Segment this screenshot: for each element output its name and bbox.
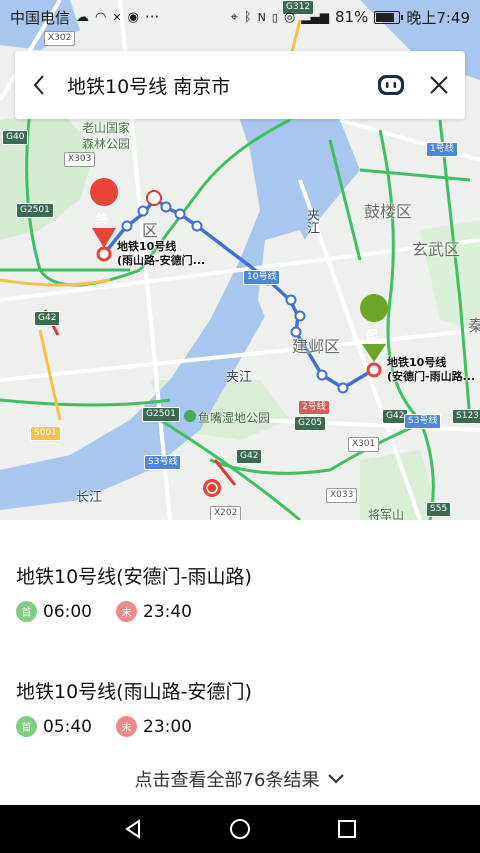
chevron-down-icon	[328, 774, 345, 784]
search-query[interactable]: 地铁10号线 南京市	[63, 72, 369, 99]
route-item-1[interactable]: 地铁10号线(安德门-雨山路) 首 06:00 末 23:40	[16, 562, 252, 622]
end-station-label[interactable]: 地铁10号线 (雨山路-安德门...	[117, 240, 205, 268]
route-title: 地铁10号线(雨山路-安德门)	[16, 681, 252, 703]
district-xuanwu: 玄武区	[412, 240, 461, 259]
nav-back-button[interactable]	[113, 809, 153, 849]
carrier-label: 中国电信	[10, 8, 71, 27]
battery-icon	[374, 10, 404, 24]
first-train-badge: 首	[16, 716, 37, 737]
status-bar: 中国电信 ☁ ◠ ✕ ◉ ··· ⌖ ᛒ N ▯ ◎ ▂▄▆ 81% 晚上7:4…	[0, 0, 480, 34]
road-x202: X202	[210, 506, 242, 520]
last-train-time: 23:00	[143, 716, 192, 737]
bluetooth-icon: ᛒ	[243, 9, 252, 25]
nfc-icon: N	[257, 10, 266, 24]
road-g42a: G42	[34, 311, 61, 326]
metro-s3b: S3号线	[404, 414, 442, 429]
road-s123: S123	[452, 409, 480, 424]
route-item-2[interactable]: 地铁10号线(雨山路-安德门) 首 05:40 末 23:00	[16, 677, 252, 737]
cloud-icon: ☁	[76, 9, 90, 25]
screen: 终 起 地铁10号线 (雨山路-安德门... 地铁10号线 (安德门-雨山路..…	[0, 0, 480, 853]
no-sim-icon: ✕	[112, 10, 122, 24]
back-button[interactable]	[15, 51, 63, 119]
vibrate-icon: ▯	[271, 10, 278, 24]
battery-percent: 81%	[334, 8, 369, 26]
system-nav-bar	[0, 805, 480, 853]
start-marker-text[interactable]: 起	[366, 326, 384, 344]
eye-icon: ◎	[283, 9, 296, 25]
view-all-results-label: 点击查看全部76条结果	[134, 770, 320, 791]
square-recents-icon	[337, 820, 356, 838]
metro-s3a: S3号线	[144, 455, 182, 470]
close-button[interactable]	[413, 51, 465, 119]
district-jianye: 建邺区	[292, 337, 341, 356]
back-arrow-icon	[33, 75, 44, 95]
district-fragment: 区	[142, 221, 159, 240]
park-label: 老山国家 森林公园	[82, 121, 131, 151]
mountain-label: 将军山	[368, 508, 405, 520]
triangle-back-icon	[125, 819, 141, 839]
wetland-label: 鱼嘴湿地公园	[198, 411, 271, 425]
last-train-badge: 末	[116, 601, 137, 622]
district-gulou: 鼓楼区	[364, 202, 413, 221]
voice-assistant-button[interactable]	[369, 63, 413, 107]
metro-line10: 10号线	[243, 270, 281, 285]
location-icon: ⌖	[230, 9, 238, 25]
first-train-time: 05:40	[43, 716, 92, 737]
search-bar: 地铁10号线 南京市	[15, 51, 465, 119]
time-row: 首 05:40 末 23:00	[16, 716, 252, 737]
metro-line1: 1号线	[426, 142, 458, 157]
clock: 晚上7:49	[406, 8, 470, 27]
close-icon	[430, 76, 448, 94]
road-g2501b: G2501	[142, 407, 180, 422]
road-g42b: G42	[236, 449, 263, 464]
start-station-label[interactable]: 地铁10号线 (安德门-雨山路...	[387, 356, 475, 384]
last-train-time: 23:40	[143, 601, 192, 622]
road-g2501a: G2501	[16, 203, 54, 218]
route-title: 地铁10号线(安德门-雨山路)	[16, 566, 252, 588]
circle-home-icon	[229, 819, 250, 839]
nav-home-button[interactable]	[220, 809, 260, 849]
river-label-2: 夹江	[304, 208, 319, 234]
road-g40: G40	[2, 130, 29, 145]
robot-icon	[378, 75, 404, 95]
metro-line2: 2号线	[298, 400, 330, 415]
road-s55: S55	[426, 502, 452, 517]
road-x301: X301	[348, 437, 380, 452]
nav-recents-button[interactable]	[327, 809, 367, 849]
end-marker-text[interactable]: 终	[96, 210, 114, 228]
view-all-results-link[interactable]: 点击查看全部76条结果	[0, 766, 480, 792]
road-g205: G205	[294, 416, 327, 431]
end-marker-pin	[90, 178, 119, 206]
road-x303: X303	[64, 152, 96, 167]
more-notifications-icon: ···	[144, 8, 160, 26]
wechat-icon: ◉	[127, 9, 139, 25]
first-train-badge: 首	[16, 601, 37, 622]
results-panel: 地铁10号线(安德门-雨山路) 首 06:00 末 23:40 地铁10号线(雨…	[0, 520, 480, 805]
river-label-4: 长江	[76, 490, 103, 505]
time-row: 首 06:00 末 23:40	[16, 601, 252, 622]
wifi-icon: ◠	[95, 9, 107, 25]
signal-icon: ▂▄▆	[301, 10, 329, 24]
last-train-badge: 末	[116, 716, 137, 737]
first-train-time: 06:00	[43, 601, 92, 622]
district-qin: 秦	[468, 316, 480, 335]
river-label-3: 夹江	[226, 370, 253, 385]
road-x033: X033	[326, 488, 358, 503]
road-s001: S001	[30, 426, 61, 441]
